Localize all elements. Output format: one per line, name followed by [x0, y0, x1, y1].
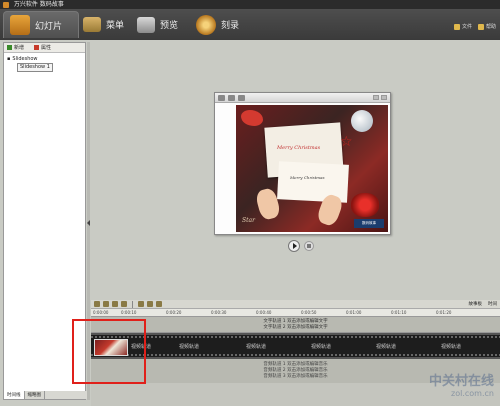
tab-slideshow-label: 幻灯片: [35, 21, 63, 32]
tab-slideshow[interactable]: 幻灯片: [3, 11, 79, 38]
poinsettia-image: [351, 193, 379, 217]
top-right-menu: 文件 帮助: [453, 23, 496, 30]
properties-icon: [34, 45, 40, 50]
text-track-2[interactable]: 文字轨道 2 双击添加或编辑文字: [263, 325, 327, 331]
help-menu-label: 帮助: [485, 24, 496, 30]
ruler-tick: 0:00:00: [93, 310, 109, 315]
ruler-tick: 0:00:20: [166, 310, 182, 315]
video-track-label: 视频轨道: [311, 344, 332, 350]
video-track-label: 视频轨道: [179, 344, 200, 350]
main-toolbar: 幻灯片 菜单 预览 刻录 文件 帮助: [0, 9, 500, 40]
app-icon: [3, 1, 9, 8]
film-perforation: [91, 354, 500, 356]
video-track-label: 视频轨道: [441, 344, 462, 350]
greeting-text: Merry Christmas: [277, 145, 321, 151]
file-menu-label: 文件: [461, 24, 472, 30]
properties-button-label: 属性: [41, 45, 52, 51]
snow-globe-image: [351, 110, 373, 132]
timeline-toolbar: 故事板 时间: [91, 300, 500, 309]
tab-menu[interactable]: 菜单: [83, 11, 124, 38]
playback-controls: [288, 240, 314, 252]
tab-thumbnails[interactable]: 缩略图: [25, 391, 45, 399]
play-button[interactable]: [288, 240, 300, 252]
corner-text: Star: [242, 217, 255, 224]
text-icon[interactable]: [112, 301, 118, 307]
tab-timeline[interactable]: 时间线: [4, 391, 25, 399]
project-tree: ▪ Slideshow Slideshow 1: [4, 53, 85, 75]
ruler-tick: 0:00:50: [301, 310, 317, 315]
close-icon[interactable]: [381, 95, 387, 100]
watermark-main: 中关村在线: [428, 374, 494, 389]
ruler-tick: 0:00:40: [256, 310, 272, 315]
help-icon: [477, 23, 484, 30]
tab-preview-label: 预览: [160, 21, 179, 31]
ruler-tick: 0:01:10: [391, 310, 407, 315]
video-track-label: 视频轨道: [246, 344, 267, 350]
time-ruler[interactable]: 0:00:00 0:00:10 0:00:20 0:00:30 0:00:40 …: [91, 309, 500, 317]
fit-icon[interactable]: [138, 301, 144, 307]
minimize-icon[interactable]: [373, 95, 379, 100]
toolbar-divider: [132, 300, 133, 308]
storyboard-toggle[interactable]: 故事板: [469, 301, 483, 307]
add-photo-icon[interactable]: [94, 301, 100, 307]
greeting-text-small: Merry Christmas: [290, 175, 325, 180]
panel-bottom-tabs: 时间线 缩略图: [4, 391, 87, 399]
folder-icon: [453, 23, 460, 30]
ruler-tick: 0:01:00: [346, 310, 362, 315]
brand-logo: 数码故事: [354, 219, 384, 228]
highlight-box: [72, 319, 146, 384]
add-button[interactable]: 新增: [7, 44, 24, 51]
ruler-tick: 0:00:30: [211, 310, 227, 315]
add-button-label: 新增: [14, 45, 25, 51]
file-menu[interactable]: 文件: [453, 23, 472, 30]
transition-icon[interactable]: [103, 301, 109, 307]
view-switch: 故事板 时间: [469, 301, 500, 307]
snapshot-icon[interactable]: [238, 94, 245, 101]
video-track-label: 视频轨道: [376, 344, 397, 350]
stop-icon: [307, 244, 311, 248]
tab-burn[interactable]: 刻录: [196, 11, 239, 38]
star-icon: ☆: [340, 134, 353, 150]
text-track[interactable]: 文字轨道 1 双击添加或编辑文字 文字轨道 2 双击添加或编辑文字: [91, 317, 500, 333]
ruler-tick: 0:01:20: [436, 310, 452, 315]
zoom-in-icon[interactable]: [147, 301, 153, 307]
timeline-toggle[interactable]: 时间: [488, 301, 497, 307]
help-menu[interactable]: 帮助: [477, 23, 496, 30]
project-toolbar: 新增 属性: [4, 43, 85, 53]
add-icon: [7, 45, 12, 50]
menu-icon: [83, 17, 101, 32]
properties-button[interactable]: 属性: [34, 44, 51, 51]
title-bar: 万兴软件 数码故事: [0, 0, 500, 9]
preview-icon: [137, 16, 155, 33]
collapse-arrow-icon[interactable]: [87, 220, 90, 226]
edit-icon[interactable]: [218, 94, 225, 101]
preview-window-buttons: [373, 95, 387, 100]
watermark-sub: zol.com.cn: [451, 389, 494, 398]
zoom-out-icon[interactable]: [156, 301, 162, 307]
expand-icon[interactable]: ▪: [7, 56, 10, 63]
watermark: 中关村在线 zol.com.cn: [428, 374, 494, 400]
preview-window: Merry Christmas Merry Christmas ☆ Star 数…: [214, 92, 391, 235]
tree-root-label: Slideshow: [12, 56, 38, 62]
preview-screen: Merry Christmas Merry Christmas ☆ Star 数…: [236, 105, 388, 232]
tree-root[interactable]: ▪ Slideshow: [7, 56, 82, 63]
tab-preview[interactable]: 预览: [137, 11, 178, 38]
slideshow-icon: [10, 15, 30, 35]
tab-burn-label: 刻录: [221, 21, 240, 31]
stop-button[interactable]: [304, 241, 314, 251]
disc-icon: [196, 14, 216, 35]
window-title: 万兴软件 数码故事: [13, 1, 64, 8]
tab-menu-label: 菜单: [106, 21, 125, 31]
play-icon: [292, 243, 297, 249]
tools-icon[interactable]: [121, 301, 127, 307]
film-perforation: [91, 336, 500, 338]
tree-item-slideshow-1[interactable]: Slideshow 1: [17, 63, 53, 72]
crop-icon[interactable]: [228, 94, 235, 101]
preview-toolbar: [215, 93, 390, 103]
ruler-tick: 0:00:10: [121, 310, 137, 315]
video-track[interactable]: 视频轨道 视频轨道 视频轨道 视频轨道 视频轨道 视频轨道: [91, 333, 500, 359]
audio-track-3[interactable]: 音频轨道 3 双击添加或编辑音乐: [263, 374, 327, 380]
